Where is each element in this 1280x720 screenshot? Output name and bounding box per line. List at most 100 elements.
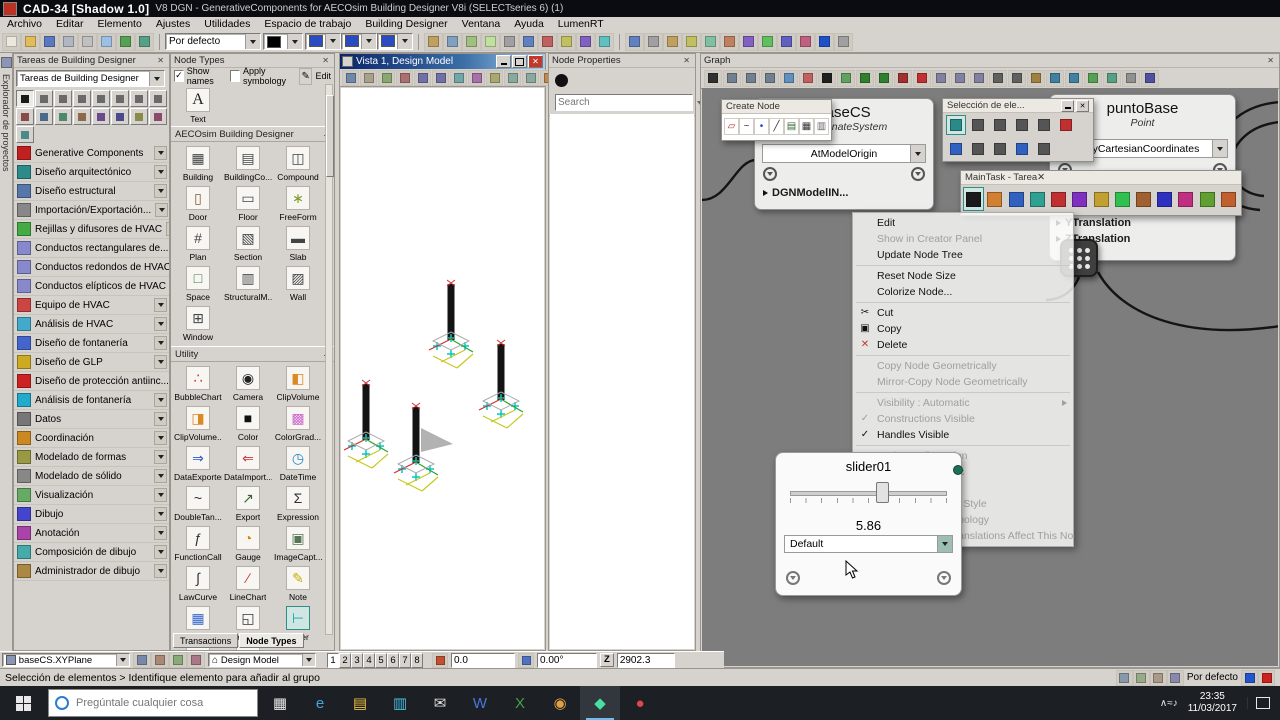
chevron-down-icon[interactable] xyxy=(116,654,129,666)
coordinate-z-field[interactable] xyxy=(616,652,675,668)
trim-icon[interactable] xyxy=(1175,187,1196,211)
menu-item[interactable]: Ventana xyxy=(455,17,508,31)
layout-icon[interactable] xyxy=(932,69,950,87)
node-type-item[interactable]: ↗ Export xyxy=(223,484,273,524)
maintask-toolbar[interactable]: MainTask - Tarea ✕ xyxy=(960,170,1242,216)
intersect-select-icon[interactable] xyxy=(1012,139,1032,159)
references-icon[interactable] xyxy=(443,32,462,51)
node-type-item[interactable]: ⇐ DataImport... xyxy=(223,444,273,484)
chevron-down-icon[interactable] xyxy=(154,317,167,331)
show-names-checkbox[interactable]: ✓ xyxy=(174,70,184,82)
copy-tool-icon[interactable] xyxy=(73,90,91,107)
line-tool-icon[interactable] xyxy=(16,108,34,125)
new-file-icon[interactable] xyxy=(2,32,21,51)
menu-item[interactable]: Utilidades xyxy=(197,17,257,31)
context-menu-item[interactable]: Copy Node Geometrically xyxy=(853,358,1073,374)
chevron-down-icon[interactable] xyxy=(154,488,167,502)
rotate-view-icon[interactable] xyxy=(468,69,485,86)
alert-status-icon[interactable] xyxy=(1258,669,1275,686)
technique-combo[interactable]: AtModelOrigin xyxy=(762,144,926,163)
chevron-down-icon[interactable] xyxy=(154,184,167,198)
chevron-down-icon[interactable] xyxy=(302,654,315,666)
scale-tool-icon[interactable] xyxy=(111,90,129,107)
text-styles-icon[interactable] xyxy=(576,32,595,51)
browser-icon[interactable]: ◉ xyxy=(540,686,580,720)
delete-node-icon[interactable] xyxy=(799,69,817,87)
element-info-icon[interactable] xyxy=(519,32,538,51)
apply-symbology-checkbox[interactable] xyxy=(230,70,240,82)
chevron-down-icon[interactable] xyxy=(910,145,925,162)
options-select-icon[interactable] xyxy=(1034,139,1054,159)
chevron-down-icon[interactable] xyxy=(154,146,167,160)
vertical-scrollbar[interactable] xyxy=(325,84,334,635)
active-level-combo[interactable]: Por defecto xyxy=(165,33,261,50)
stop-icon[interactable] xyxy=(894,69,912,87)
task-list-item[interactable]: Datos xyxy=(14,410,169,429)
array-tool-icon[interactable] xyxy=(149,90,167,107)
context-menu-item[interactable]: ✓ Constructions Visible xyxy=(853,411,1073,427)
taskbar-search[interactable] xyxy=(48,689,258,717)
view-toggle[interactable]: 8 xyxy=(411,652,423,668)
active-model-combo[interactable]: ⌂ Design Model xyxy=(208,653,316,667)
close-icon[interactable]: ✕ xyxy=(681,56,692,65)
adjust-icon[interactable] xyxy=(378,69,395,86)
view-attributes-icon[interactable] xyxy=(342,69,359,86)
chevron-down-icon[interactable] xyxy=(154,431,167,445)
measure-icon[interactable] xyxy=(1197,187,1218,211)
pan-view-icon[interactable] xyxy=(486,69,503,86)
search-input[interactable] xyxy=(555,94,693,111)
create-node-title[interactable]: Create Node xyxy=(722,100,831,114)
task-list-item[interactable]: Diseño de GLP xyxy=(14,353,169,372)
fence-status-icon[interactable] xyxy=(1115,669,1133,686)
place-line-icon[interactable] xyxy=(1005,187,1026,211)
node-type-item[interactable]: ▧ Section xyxy=(223,224,273,264)
task-view-icon[interactable]: ▦ xyxy=(260,686,300,720)
redo-view-icon[interactable] xyxy=(522,69,539,86)
render-icon[interactable] xyxy=(720,32,739,51)
node-type-item[interactable]: ▥ StructuralM... xyxy=(223,264,273,304)
panel-tab[interactable]: Node Types xyxy=(239,633,304,648)
clear-select-icon[interactable] xyxy=(1056,115,1076,135)
node-type-item[interactable]: ◧ ClipVolume xyxy=(273,364,323,404)
menu-item[interactable]: Elemento xyxy=(90,17,148,31)
saved-views-icon[interactable] xyxy=(701,32,720,51)
chevron-down-icon[interactable] xyxy=(154,507,167,521)
node-type-item[interactable]: ⊞ Window xyxy=(173,304,223,344)
copy-element-icon[interactable] xyxy=(1112,187,1133,211)
project-explorer-tab[interactable]: Explorador de proyectos xyxy=(0,53,13,651)
task-list-item[interactable]: Equipo de HVAC xyxy=(14,296,169,315)
menu-item[interactable]: LumenRT xyxy=(551,17,611,31)
chevron-down-icon[interactable] xyxy=(154,450,167,464)
place-arc-icon[interactable] xyxy=(1069,187,1090,211)
close-icon[interactable]: ✕ xyxy=(1076,99,1089,112)
task-list-item[interactable]: Coordinación xyxy=(14,429,169,448)
line-node-icon[interactable]: ╱ xyxy=(769,117,784,135)
panel-tab[interactable]: Transactions xyxy=(173,633,239,648)
smartline-tool-icon[interactable] xyxy=(35,108,53,125)
section-header[interactable]: AECOsim Building Designer xyxy=(171,126,334,142)
presentation-icon[interactable] xyxy=(360,69,377,86)
microstation-icon[interactable]: ◆ xyxy=(580,686,620,720)
curve-node-icon[interactable]: ~ xyxy=(739,117,754,135)
pan-icon[interactable] xyxy=(723,69,741,87)
context-menu-item[interactable]: ▣ Copy xyxy=(853,321,1073,337)
level-manager-icon[interactable] xyxy=(500,32,519,51)
chevron-down-icon[interactable] xyxy=(154,336,167,350)
export-icon[interactable] xyxy=(1046,69,1064,87)
measure-tool-icon[interactable] xyxy=(130,108,148,125)
undo-icon[interactable] xyxy=(116,32,135,51)
node-type-item[interactable]: ◉ Camera xyxy=(223,364,273,404)
element-selection-icon[interactable] xyxy=(963,187,985,211)
chevron-down-icon[interactable] xyxy=(361,33,376,49)
add-select-icon[interactable] xyxy=(946,139,966,159)
workspace-icon[interactable] xyxy=(796,32,815,51)
line-weight-combo[interactable] xyxy=(341,32,377,50)
block-select-icon[interactable] xyxy=(968,115,988,135)
menu-item[interactable]: Ajustes xyxy=(149,17,197,31)
active-plane-combo[interactable]: baseCS.XYPlane xyxy=(2,653,130,667)
point-node-icon[interactable]: • xyxy=(754,117,769,135)
select-icon[interactable] xyxy=(704,69,722,87)
node-type-item[interactable]: ∗ FreeForm xyxy=(273,184,323,224)
minimize-icon[interactable] xyxy=(496,55,511,68)
node-type-item[interactable]: A Text xyxy=(173,86,223,126)
